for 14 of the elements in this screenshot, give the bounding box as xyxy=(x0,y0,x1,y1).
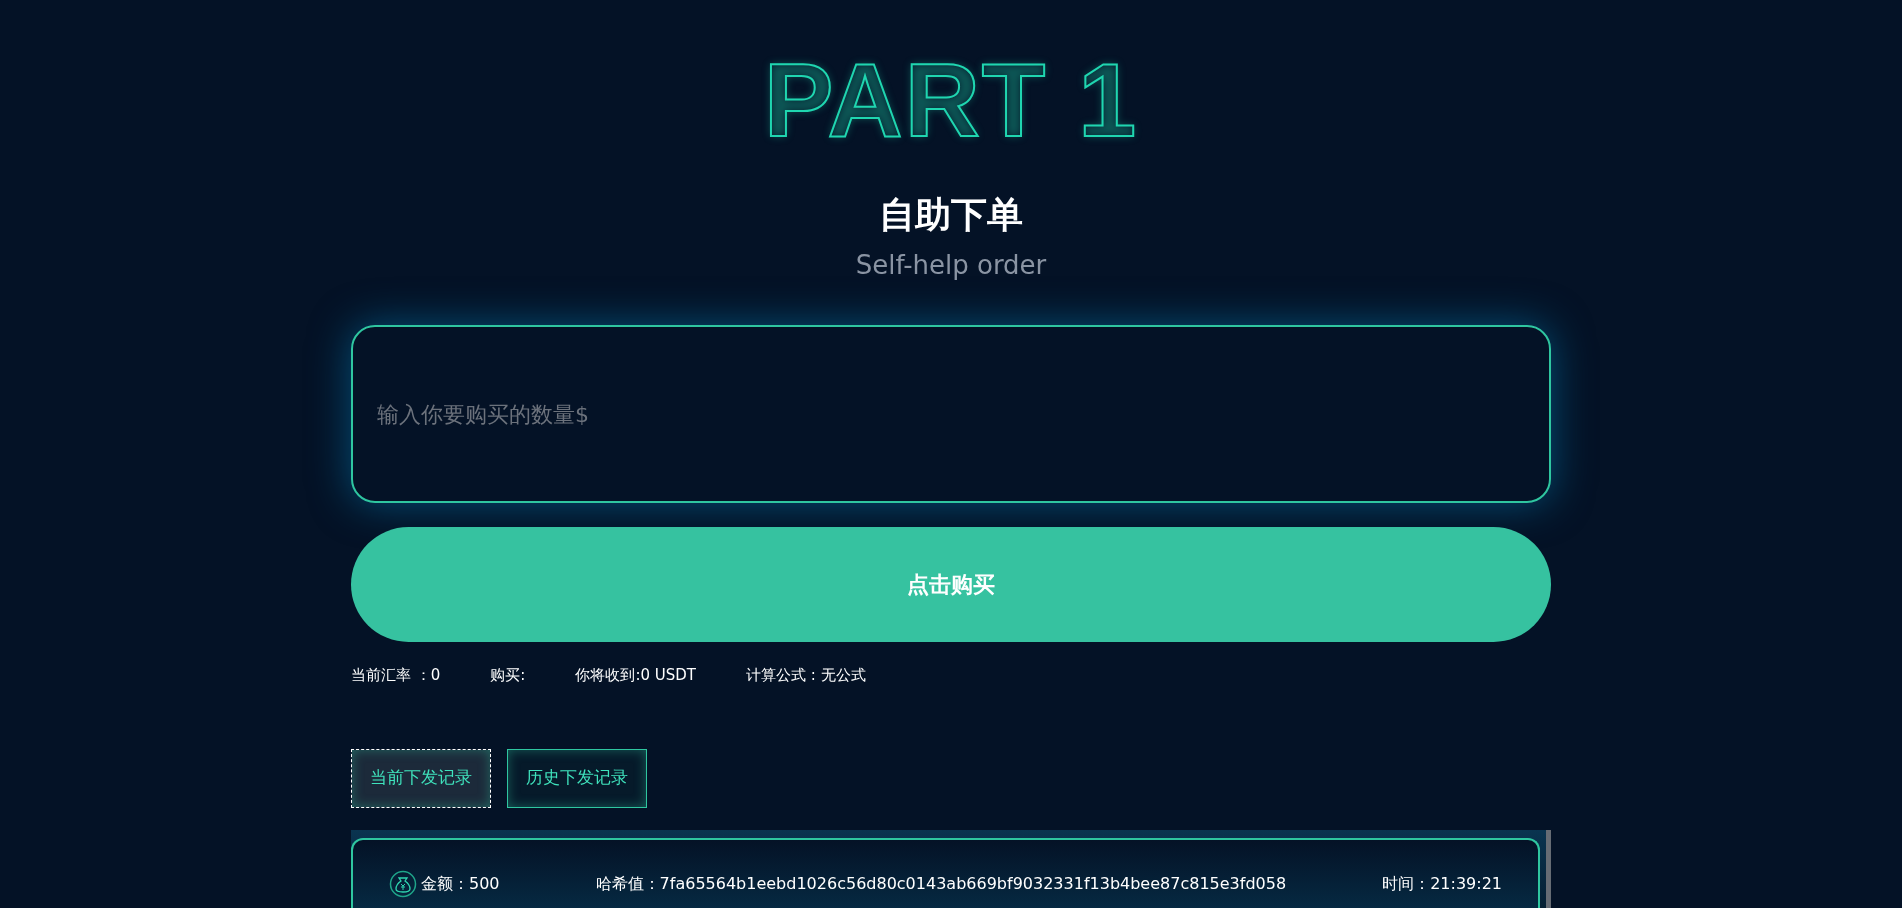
info-text: 计算公式 : 无公式 xyxy=(745,665,866,686)
info-text: 你将收到:0 USDT xyxy=(575,665,696,686)
record-tab[interactable]: 当前下发记录 xyxy=(351,748,491,808)
money-bag-icon xyxy=(389,869,417,898)
info-text: 购买: xyxy=(490,665,526,686)
section-heading: 自助下单 xyxy=(879,193,1023,237)
page-title: PART 1 xyxy=(763,48,1139,152)
amount-input-field[interactable]: 输入你要购买的数量$ xyxy=(351,325,1551,503)
record-tab[interactable]: 历史下发记录 xyxy=(507,748,647,808)
time-text: 时间：21:39:21 xyxy=(1382,872,1502,895)
amount-text: 金额：500 xyxy=(421,872,500,895)
section-subheading: Self-help order xyxy=(855,249,1047,282)
info-text: 当前汇率 ：0 xyxy=(351,665,441,686)
hash-text: 哈希值：7fa65564b1eebd1026c56d80c0143ab669bf9032331f13b4bee87c815e3fd058 xyxy=(595,872,1287,895)
